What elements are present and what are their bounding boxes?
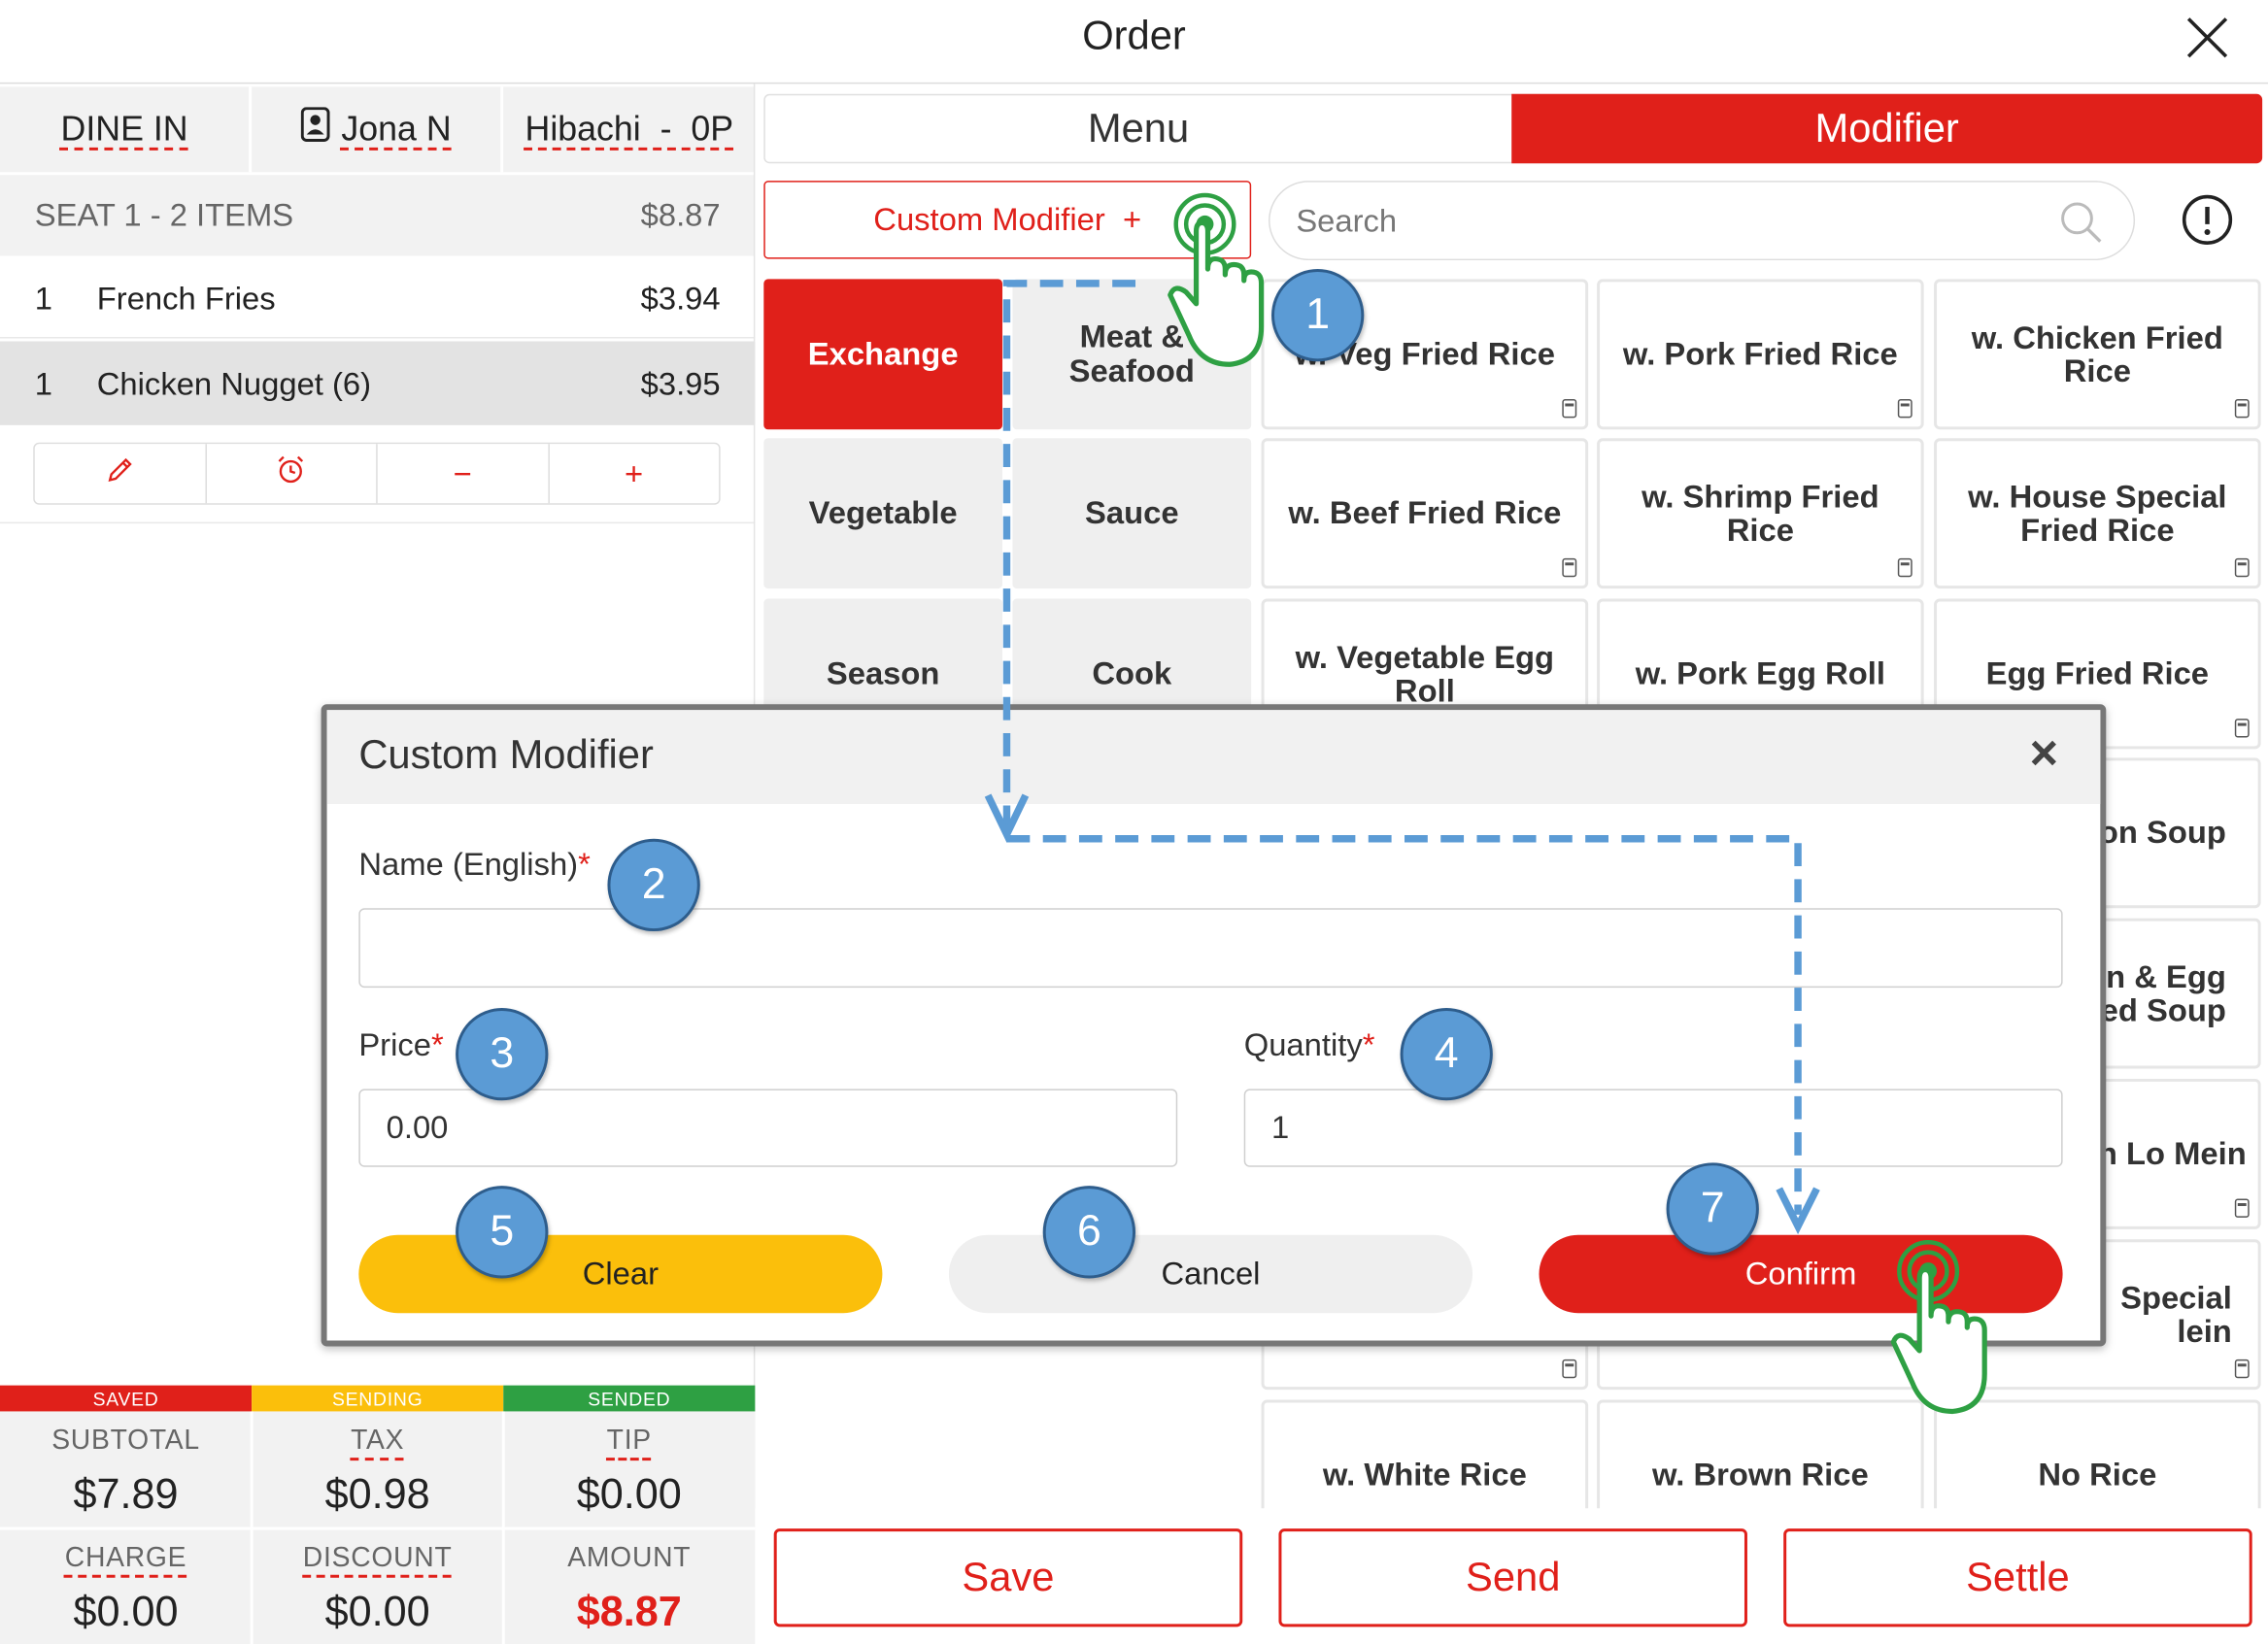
step-badge: 7	[1666, 1162, 1759, 1256]
step-badge: 3	[456, 1007, 549, 1101]
tap-hand-icon	[1168, 192, 1265, 367]
screen: Order DINE IN Jona N Hibachi - 0P SEAT 1…	[0, 0, 2268, 1644]
tap-hand-icon	[1890, 1239, 1987, 1415]
step-badge: 1	[1271, 268, 1365, 362]
step-badge: 5	[456, 1186, 549, 1279]
step-badge: 4	[1400, 1007, 1493, 1101]
step-badge: 6	[1042, 1186, 1136, 1279]
step-badge: 2	[607, 838, 700, 932]
